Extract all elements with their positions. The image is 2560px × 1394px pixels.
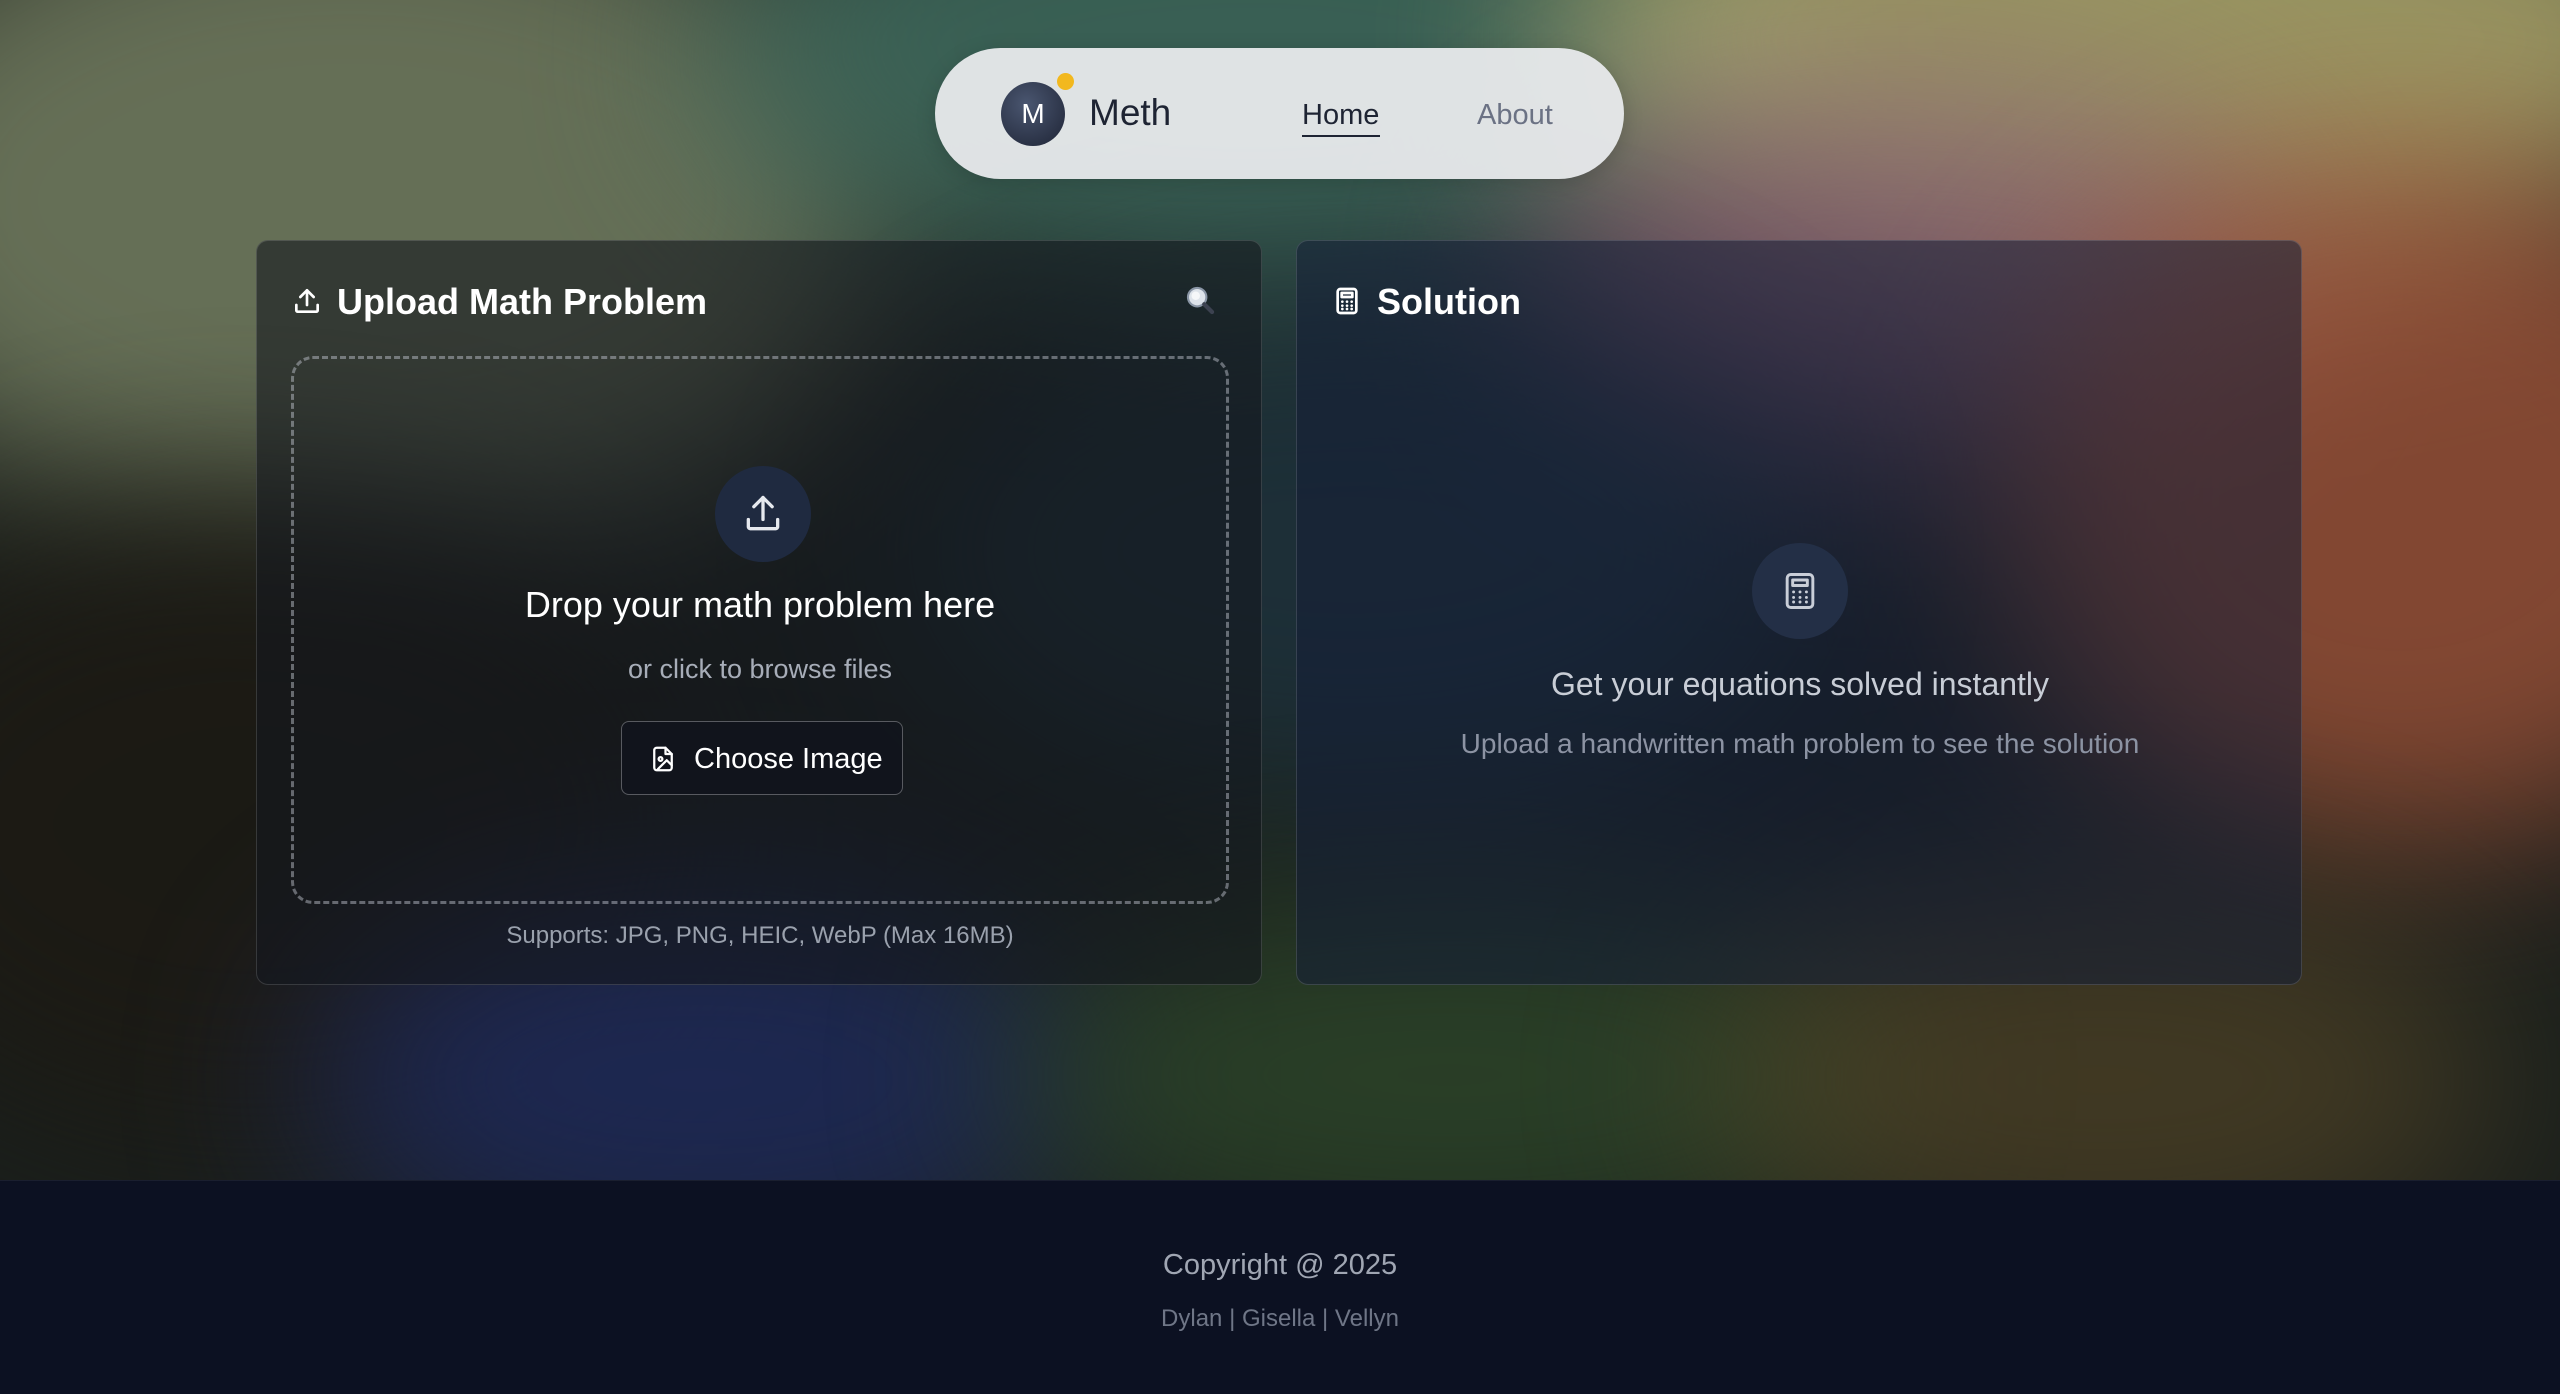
choose-image-label: Choose Image <box>694 743 883 775</box>
upload-panel: Upload Math Problem Drop your math probl… <box>256 240 1262 985</box>
avatar[interactable]: M <box>1001 82 1065 146</box>
image-file-icon <box>653 746 673 772</box>
solution-panel-title: Solution <box>1377 281 1521 322</box>
upload-panel-title: Upload Math Problem <box>337 281 708 322</box>
solution-placeholder-subtitle: Upload a handwritten math problem to see… <box>1460 728 2140 759</box>
active-underline <box>1302 135 1380 137</box>
supported-formats: Supports: JPG, PNG, HEIC, WebP (Max 16MB… <box>506 922 1014 949</box>
avatar-letter: M <box>1021 98 1045 129</box>
copyright-text: Copyright @ 2025 <box>1162 1249 1398 1281</box>
solution-panel: Solution Get your equations solved insta… <box>1296 240 2302 985</box>
upload-icon <box>746 495 780 531</box>
calculator-icon <box>1785 573 1815 609</box>
status-dot <box>1057 73 1074 90</box>
calculator-circle <box>1752 543 1848 639</box>
top-nav: M Meth Home About <box>935 48 1624 179</box>
magnifier-icon[interactable] <box>1183 283 1217 317</box>
footer: Copyright @ 2025 Dylan | Gisella | Velly… <box>0 1180 2560 1394</box>
credits-text: Dylan | Gisella | Vellyn <box>1161 1305 1399 1332</box>
calculator-icon <box>1336 287 1358 315</box>
dropzone-title: Drop your math problem here <box>524 584 996 625</box>
nav-link-about[interactable]: About <box>1477 99 1553 132</box>
dropzone-subtitle: or click to browse files <box>627 654 893 684</box>
dropzone[interactable]: Drop your math problem here or click to … <box>291 356 1229 904</box>
solution-placeholder-title: Get your equations solved instantly <box>1550 666 2050 702</box>
upload-icon <box>295 289 319 313</box>
brand-name[interactable]: Meth <box>1089 92 1171 134</box>
upload-circle <box>715 466 811 562</box>
choose-image-button[interactable]: Choose Image <box>621 721 903 795</box>
nav-link-home[interactable]: Home <box>1302 99 1379 132</box>
app-root: M Meth Home About Upload Math Problem Dr… <box>0 0 2560 1394</box>
